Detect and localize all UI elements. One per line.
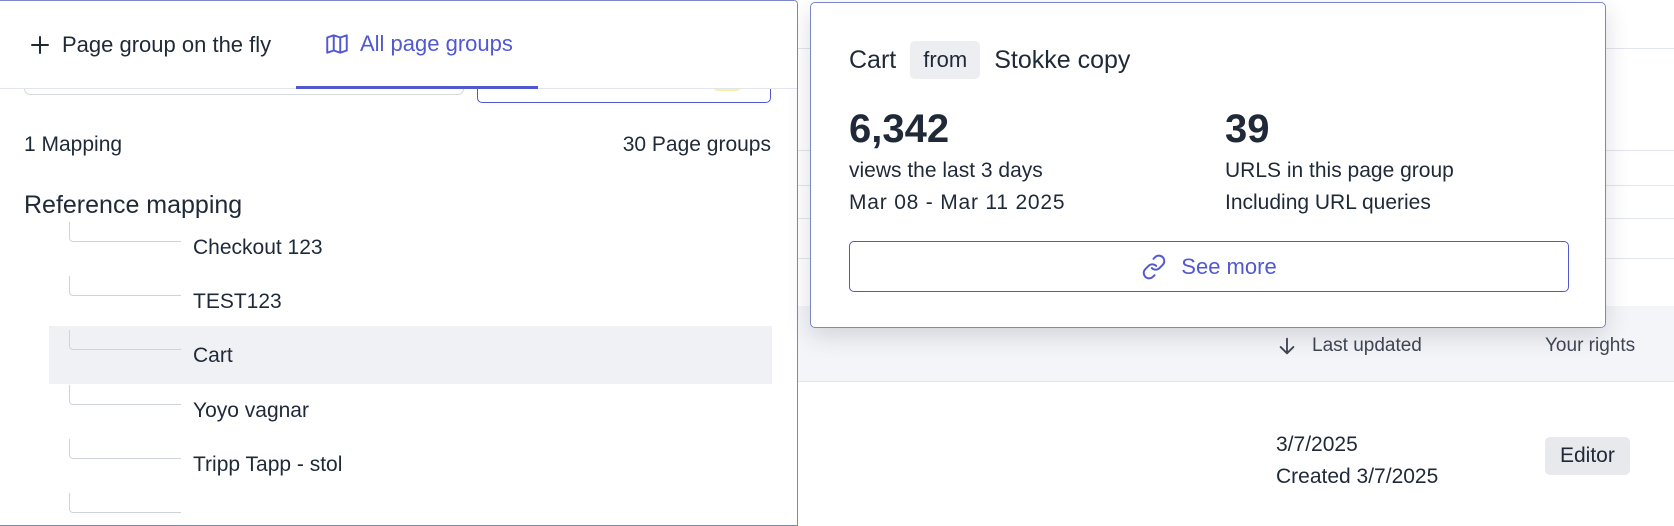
page-group-popover: Cart from Stokke copy 6,342 views the la… bbox=[810, 2, 1606, 328]
arrow-down-icon bbox=[1279, 337, 1295, 355]
tree-connector bbox=[69, 439, 181, 459]
tree-item-tripp-tapp-stol[interactable]: Tripp Tapp - stol bbox=[49, 435, 772, 493]
column-header-last-updated[interactable]: Last updated bbox=[1276, 335, 1422, 357]
tab-label: Page group on the fly bbox=[62, 32, 272, 57]
page-group-panel: Page group on the fly All page groups 1 … bbox=[0, 0, 798, 526]
urls-caption: URLS in this page group bbox=[1225, 159, 1454, 182]
views-date-range: Mar 08 - Mar 11 2025 bbox=[849, 191, 1066, 214]
see-more-label: See more bbox=[1181, 253, 1277, 279]
popover-title: Cart from Stokke copy bbox=[849, 41, 1130, 79]
tab-all-page-groups[interactable]: All page groups bbox=[296, 1, 538, 89]
created-value: Created 3/7/2025 bbox=[1276, 465, 1439, 488]
last-updated-value: 3/7/2025 bbox=[1276, 433, 1358, 456]
see-more-button[interactable]: See more bbox=[849, 241, 1569, 292]
page-group-name: Cart bbox=[849, 45, 897, 74]
views-caption: views the last 3 days bbox=[849, 159, 1043, 182]
tree-item-label: Yoyo vagnar bbox=[193, 399, 309, 422]
tree-item-partial[interactable] bbox=[49, 489, 772, 525]
tree-item-test123[interactable]: TEST123 bbox=[49, 272, 772, 330]
urls-note: Including URL queries bbox=[1225, 191, 1431, 214]
column-header-your-rights[interactable]: Your rights bbox=[1545, 335, 1635, 357]
urls-value: 39 bbox=[1225, 107, 1270, 151]
tree-item-cart[interactable]: Cart bbox=[49, 326, 772, 384]
tree-connector bbox=[69, 385, 181, 405]
rights-badge: Editor bbox=[1545, 437, 1630, 475]
tree-connector bbox=[69, 222, 181, 242]
tree-connector bbox=[69, 493, 181, 513]
tree-item-label: TEST123 bbox=[193, 290, 282, 313]
mapping-count: 1 Mapping bbox=[24, 133, 123, 156]
tree-item-label: Cart bbox=[193, 344, 233, 367]
tab-bar: Page group on the fly All page groups bbox=[0, 1, 797, 89]
source-name: Stokke copy bbox=[994, 45, 1131, 74]
reference-mapping-title: Reference mapping bbox=[24, 191, 243, 219]
views-stat: 6,342 views the last 3 days Mar 08 - Mar… bbox=[849, 103, 1065, 219]
column-header-label: Your rights bbox=[1545, 335, 1636, 356]
page-group-count: 30 Page groups bbox=[622, 133, 771, 156]
tree-item-label: Tripp Tapp - stol bbox=[193, 453, 343, 476]
table-row-dates: 3/7/2025 Created 3/7/2025 bbox=[1276, 429, 1438, 493]
urls-stat: 39 URLS in this page group Including URL… bbox=[1225, 103, 1454, 219]
tab-label: All page groups bbox=[360, 30, 513, 56]
views-value: 6,342 bbox=[849, 107, 950, 151]
map-icon bbox=[326, 33, 348, 54]
from-chip: from bbox=[910, 41, 981, 79]
tree-connector bbox=[69, 276, 181, 296]
tree-connector bbox=[69, 330, 181, 350]
tab-page-group-on-the-fly[interactable]: Page group on the fly bbox=[28, 1, 271, 89]
column-header-label: Last updated bbox=[1312, 335, 1422, 356]
tree-item-yoyo-vagnar[interactable]: Yoyo vagnar bbox=[49, 381, 772, 439]
tree-item-checkout-123[interactable]: Checkout 123 bbox=[49, 218, 772, 276]
link-icon bbox=[1143, 254, 1166, 279]
plus-icon bbox=[31, 36, 49, 54]
tree-item-label: Checkout 123 bbox=[193, 236, 323, 259]
